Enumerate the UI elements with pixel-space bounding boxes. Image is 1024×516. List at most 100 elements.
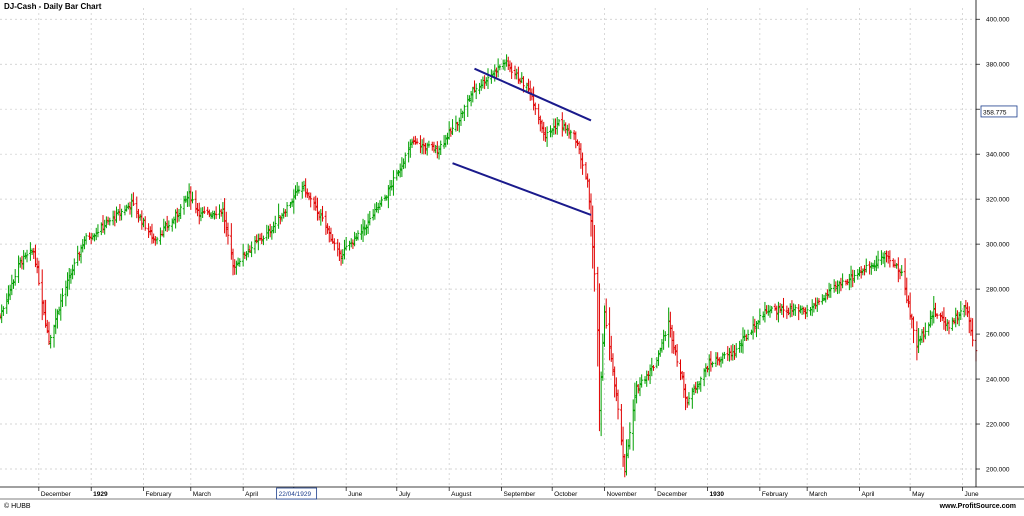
- price-bar-up: [711, 361, 714, 368]
- price-bars: [0, 54, 978, 478]
- price-bar-up: [875, 255, 878, 272]
- price-bar-down: [787, 307, 790, 316]
- price-bar-up: [927, 322, 931, 336]
- price-bar-up: [457, 117, 461, 133]
- price-bar-up: [794, 304, 797, 316]
- price-bar-up: [246, 243, 250, 258]
- price-bar-down: [230, 223, 233, 260]
- price-bar-up: [691, 387, 694, 409]
- price-bar-up: [66, 272, 69, 297]
- price-bar-up: [94, 227, 98, 241]
- price-bar-up: [696, 381, 699, 394]
- price-bar-up: [569, 129, 573, 140]
- price-bar-down: [214, 206, 218, 219]
- price-bar-up: [302, 180, 306, 192]
- price-bar-up: [282, 208, 285, 219]
- cursor-price-label: 358.775: [983, 109, 1007, 116]
- price-bar-up: [734, 343, 738, 358]
- price-bar-up: [481, 76, 485, 89]
- price-bar-down: [316, 197, 319, 221]
- y-tick-label: 380.000: [986, 62, 1010, 69]
- price-bar-up: [599, 371, 603, 437]
- price-bar-down: [964, 299, 968, 316]
- price-bar-up: [549, 125, 552, 138]
- price-bar-up: [841, 273, 844, 289]
- price-bar-down: [128, 201, 132, 215]
- y-tick-label: 340.000: [986, 152, 1010, 159]
- price-bar-down: [797, 304, 800, 321]
- x-tick-label: September: [504, 491, 537, 498]
- website-label[interactable]: www.ProfitSource.com: [940, 503, 1016, 510]
- price-bar-up: [900, 265, 904, 277]
- price-bar-down: [338, 242, 341, 261]
- price-bar-down: [0, 313, 2, 320]
- price-bar-down: [577, 141, 581, 155]
- price-bar-down: [851, 269, 855, 288]
- price-bar-up: [388, 179, 392, 197]
- y-tick-label: 400.000: [986, 17, 1010, 24]
- price-bar-up: [385, 195, 388, 201]
- price-bar-down: [915, 321, 919, 361]
- price-bar-down: [326, 223, 329, 234]
- price-bar-down: [826, 289, 829, 300]
- y-tick-label: 300.000: [986, 242, 1010, 249]
- ohlc-chart[interactable]: 200.000 220.000 240.000 260.000 280.000 300.0…: [0, 0, 1024, 511]
- trendlines-layer: [452, 67, 592, 216]
- price-bar-down: [613, 366, 616, 398]
- price-bar-down: [528, 80, 532, 101]
- price-bar-up: [444, 134, 448, 148]
- price-bar-up: [387, 185, 390, 209]
- price-bar-down: [891, 258, 895, 268]
- price-bar-down: [35, 257, 39, 274]
- price-bar-down: [584, 162, 588, 180]
- price-bar-up: [5, 293, 9, 314]
- price-bar-down: [196, 202, 199, 217]
- x-tick-label: February: [146, 491, 173, 498]
- price-bar-up: [103, 219, 106, 235]
- price-bar-up: [728, 347, 731, 362]
- y-tick-label: 320.000: [986, 197, 1010, 204]
- price-bar-up: [96, 224, 100, 238]
- price-bar-down: [147, 223, 150, 238]
- y-tick-label: 260.000: [986, 332, 1010, 339]
- price-bar-up: [8, 284, 12, 301]
- x-tick-label: December: [657, 491, 688, 498]
- price-bar-down: [733, 345, 736, 360]
- price-bar-down: [88, 232, 91, 240]
- price-bar-down: [432, 141, 436, 153]
- price-bar-up: [959, 301, 963, 321]
- y-tick-label: 280.000: [986, 287, 1010, 294]
- price-bar-down: [609, 335, 613, 362]
- price-bar-down: [304, 178, 307, 198]
- price-bar-up: [738, 340, 741, 353]
- price-bar-down: [118, 204, 122, 221]
- price-bar-down: [422, 137, 426, 155]
- price-bar-down: [137, 208, 140, 223]
- price-bar-down: [449, 127, 453, 137]
- price-bar-down: [709, 351, 713, 372]
- price-bar-up: [856, 269, 860, 280]
- price-bar-up: [601, 333, 605, 381]
- price-bar-down: [324, 211, 328, 235]
- price-bar-down: [679, 359, 682, 381]
- price-bar-down: [506, 56, 510, 70]
- price-bar-up: [67, 267, 71, 290]
- price-bar-up: [241, 243, 245, 267]
- price-bar-up: [741, 327, 745, 354]
- price-bar-up: [498, 64, 502, 71]
- price-bar-up: [557, 119, 561, 127]
- price-bar-down: [593, 224, 596, 292]
- price-bar-up: [373, 203, 377, 220]
- price-bar-down: [908, 292, 912, 320]
- price-bar-up: [0, 304, 3, 324]
- price-bar-up: [365, 224, 368, 236]
- price-bar-up: [280, 212, 284, 222]
- price-bar-down: [532, 86, 535, 111]
- price-bar-down: [598, 283, 601, 432]
- price-bar-down: [537, 103, 540, 125]
- price-bar-up: [631, 399, 635, 451]
- chart-frame: 200.000 220.000 240.000 260.000 280.000 300.0…: [0, 0, 1024, 511]
- price-bar-up: [236, 257, 240, 267]
- y-tick-label: 200.000: [986, 467, 1010, 474]
- price-bar-up: [870, 262, 873, 275]
